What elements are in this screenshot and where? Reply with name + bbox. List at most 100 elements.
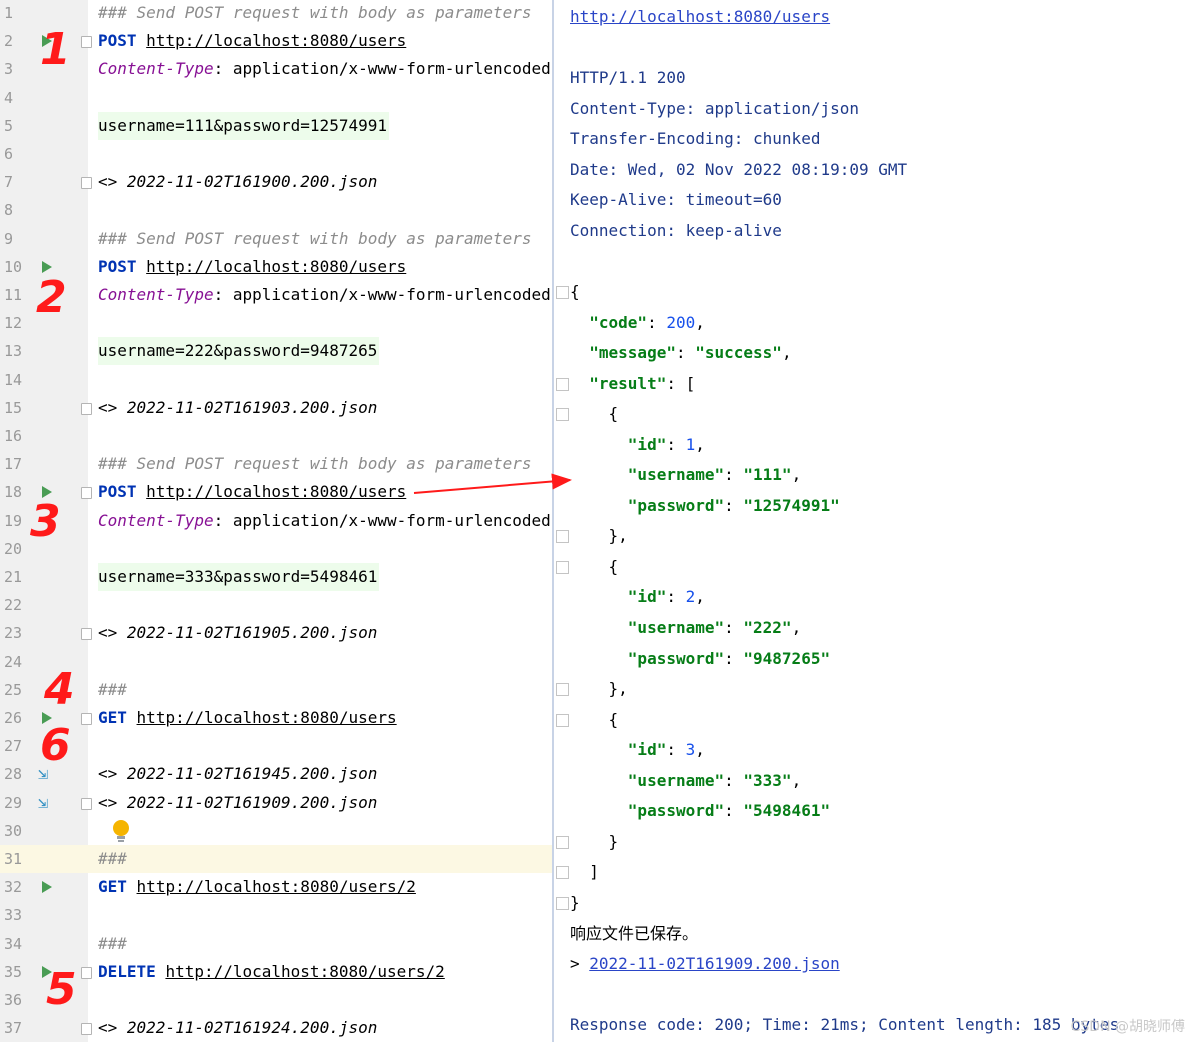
editor-line[interactable]: 29 ⇲ <> 2022-11-02T161909.200.json: [0, 789, 552, 817]
line-number: 32: [4, 878, 23, 897]
code-token: : application/x-www-form-urlencoded: [213, 59, 551, 79]
editor-line[interactable]: 36: [0, 986, 552, 1014]
fold-marker-icon[interactable]: [81, 966, 92, 979]
editor-line[interactable]: 16: [0, 422, 552, 450]
code-text: ### Send POST request with body as param…: [98, 0, 531, 27]
editor-line[interactable]: 3 Content-Type: application/x-www-form-ur…: [0, 55, 552, 83]
editor-line[interactable]: 7 <> 2022-11-02T161900.200.json: [0, 168, 552, 196]
fold-marker-icon[interactable]: [556, 285, 569, 299]
fold-marker-icon[interactable]: [81, 402, 92, 415]
response-link[interactable]: 2022-11-02T161909.200.json: [589, 954, 839, 973]
editor-line[interactable]: 23 <> 2022-11-02T161905.200.json: [0, 619, 552, 647]
editor-line[interactable]: 26 GET http://localhost:8080/users: [0, 704, 552, 732]
red-annotation-number: 4: [44, 664, 75, 715]
editor-line[interactable]: 17 ### Send POST request with body as par…: [0, 450, 552, 478]
response-line: },: [570, 674, 628, 704]
line-number: 3: [4, 60, 14, 79]
line-number: 23: [4, 624, 23, 643]
editor-line[interactable]: 30: [0, 817, 552, 845]
response-panel: http://localhost:8080/users HTTP/1.1 200 C…: [554, 0, 1195, 1042]
response-token: },: [570, 679, 628, 699]
lightbulb-icon[interactable]: [110, 819, 132, 845]
code-token[interactable]: 2022-11-02T161900.200.json: [127, 172, 377, 191]
editor-line[interactable]: 13 username=222&password=9487265: [0, 337, 552, 366]
response-token: :: [724, 495, 744, 515]
code-token[interactable]: http://localhost:8080/users/2: [137, 877, 416, 896]
code-token[interactable]: http://localhost:8080/users/2: [165, 962, 444, 981]
fold-marker-icon[interactable]: [556, 713, 569, 727]
editor-line[interactable]: 2 POST http://localhost:8080/users: [0, 27, 552, 55]
response-token: "password": [627, 801, 725, 821]
code-token[interactable]: 2022-11-02T161905.200.json: [127, 623, 377, 642]
editor-line[interactable]: 19 Content-Type: application/x-www-form-u…: [0, 507, 552, 535]
editor-line[interactable]: 14: [0, 366, 552, 394]
response-line: },: [570, 521, 628, 551]
line-number: 33: [4, 906, 23, 925]
fold-marker-icon[interactable]: [556, 408, 569, 422]
editor-line[interactable]: 12: [0, 309, 552, 337]
editor-line[interactable]: 1 ### Send POST request with body as para…: [0, 0, 552, 27]
response-token: :: [724, 648, 744, 668]
editor-line[interactable]: 33: [0, 901, 552, 929]
editor-line[interactable]: 32 GET http://localhost:8080/users/2: [0, 873, 552, 901]
response-token: "success": [695, 343, 782, 363]
editor-line[interactable]: 15 <> 2022-11-02T161903.200.json: [0, 394, 552, 422]
editor-line[interactable]: 9 ### Send POST request with body as para…: [0, 225, 552, 253]
editor-line[interactable]: 8: [0, 196, 552, 224]
editor-line[interactable]: 10 POST http://localhost:8080/users: [0, 253, 552, 281]
line-number: 22: [4, 596, 23, 615]
fold-marker-icon[interactable]: [81, 36, 92, 49]
editor-line[interactable]: 22: [0, 591, 552, 619]
editor-line[interactable]: 35 DELETE http://localhost:8080/users/2: [0, 958, 552, 986]
fold-marker-icon[interactable]: [556, 866, 569, 880]
response-link[interactable]: http://localhost:8080/users: [570, 7, 830, 26]
response-token: {: [570, 404, 619, 424]
response-line: "id": 3,: [570, 735, 705, 765]
editor-line[interactable]: 4: [0, 84, 552, 112]
code-token[interactable]: http://localhost:8080/users: [146, 31, 406, 50]
fold-marker-icon[interactable]: [556, 377, 569, 391]
code-token[interactable]: 2022-11-02T161924.200.json: [127, 1018, 377, 1037]
line-number: 12: [4, 314, 23, 333]
editor-line[interactable]: 25 ###: [0, 676, 552, 704]
fold-marker-icon[interactable]: [556, 560, 569, 574]
editor-line[interactable]: 37 <> 2022-11-02T161924.200.json: [0, 1014, 552, 1042]
code-token[interactable]: http://localhost:8080/users: [146, 482, 406, 501]
fold-marker-icon[interactable]: [81, 1023, 92, 1036]
editor-line[interactable]: 18 POST http://localhost:8080/users: [0, 478, 552, 506]
code-token: <>: [98, 623, 127, 643]
fold-marker-icon[interactable]: [556, 683, 569, 697]
fold-marker-icon[interactable]: [81, 628, 92, 641]
line-number: 24: [4, 652, 23, 671]
editor-line[interactable]: 34 ###: [0, 930, 552, 958]
code-token[interactable]: 2022-11-02T161945.200.json: [127, 764, 377, 783]
editor-line[interactable]: 27: [0, 732, 552, 760]
code-token[interactable]: http://localhost:8080/users: [146, 257, 406, 276]
response-line: {: [570, 399, 619, 429]
code-token[interactable]: 2022-11-02T161903.200.json: [127, 398, 377, 417]
editor-line[interactable]: 20: [0, 535, 552, 563]
editor-line[interactable]: 5 username=111&password=12574991: [0, 111, 552, 140]
code-text: ### Send POST request with body as param…: [98, 225, 531, 253]
editor-line[interactable]: 6: [0, 140, 552, 168]
response-token: {: [570, 556, 619, 576]
fold-marker-icon[interactable]: [81, 713, 92, 725]
fold-marker-icon[interactable]: [556, 835, 569, 849]
fold-marker-icon[interactable]: [556, 530, 569, 544]
fold-marker-icon[interactable]: [81, 177, 92, 190]
editor-line[interactable]: 28 ⇲ <> 2022-11-02T161945.200.json: [0, 760, 552, 788]
code-token[interactable]: 2022-11-02T161909.200.json: [127, 793, 377, 812]
run-request-icon[interactable]: [42, 260, 52, 273]
http-request-editor[interactable]: 1 ### Send POST request with body as para…: [0, 0, 552, 1042]
fold-marker-icon[interactable]: [81, 797, 92, 810]
fold-marker-icon[interactable]: [556, 896, 569, 910]
editor-line[interactable]: 21 username=333&password=5498461: [0, 563, 552, 591]
compare-response-icon[interactable]: ⇲: [38, 792, 48, 814]
code-text: ### Send POST request with body as param…: [98, 450, 531, 478]
editor-line[interactable]: 31 ###: [0, 845, 552, 873]
editor-line[interactable]: 24: [0, 648, 552, 676]
fold-marker-icon[interactable]: [81, 487, 92, 500]
run-request-icon[interactable]: [42, 881, 52, 894]
editor-line[interactable]: 11 Content-Type: application/x-www-form-u…: [0, 281, 552, 309]
code-token[interactable]: http://localhost:8080/users: [137, 708, 397, 727]
